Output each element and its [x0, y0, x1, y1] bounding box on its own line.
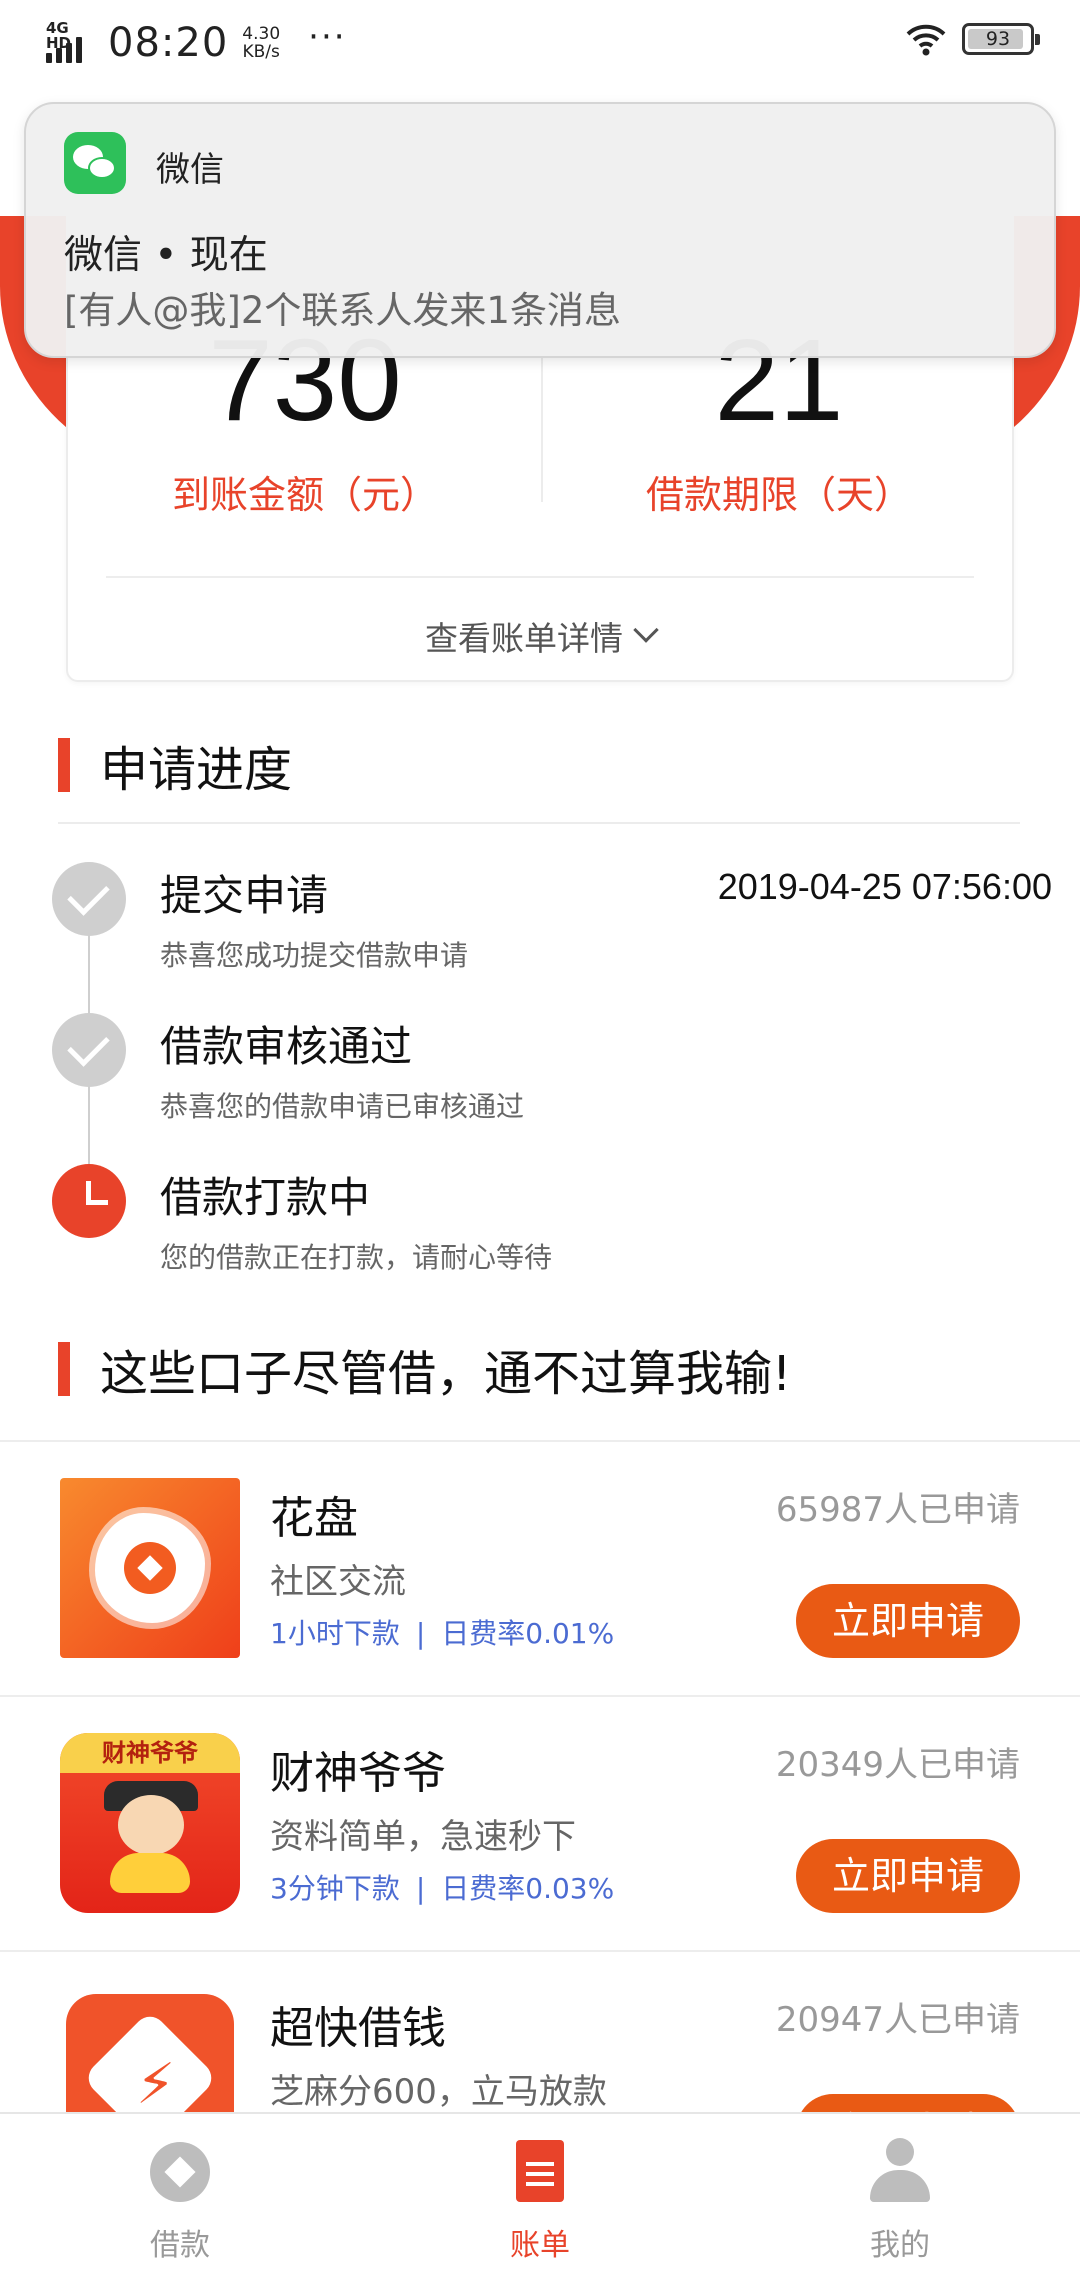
step-title: 借款审核通过	[160, 1022, 413, 1071]
applicant-count: 20349人已申请	[775, 1745, 1020, 1785]
product-desc: 芝麻分600，立马放款	[270, 2072, 607, 2112]
step-title: 提交申请	[160, 871, 329, 920]
caishen-logo-icon: 财神爷爷	[60, 1733, 240, 1913]
timeline-step-submitted: 提交申请 恭喜您成功提交借款申请 2019-04-25 07:56:00	[52, 862, 1052, 982]
nav-loan[interactable]: 借款	[0, 2114, 360, 2280]
section-accent-bar	[58, 1342, 70, 1396]
notification-body: [有人@我]2个联系人发来1条消息	[64, 289, 621, 332]
apply-now-button[interactable]: 立即申请	[796, 1584, 1020, 1658]
progress-section-header: 申请进度	[58, 730, 292, 800]
nav-label: 借款	[150, 2228, 210, 2263]
clock-icon	[52, 1164, 126, 1238]
signal-icon: 4G HD	[46, 21, 98, 65]
notification-app-name: 微信	[156, 150, 224, 190]
timeline-step-approved: 借款审核通过 恭喜您的借款申请已审核通过	[52, 1013, 1052, 1133]
check-icon	[52, 862, 126, 936]
view-bill-details-link[interactable]: 查看账单详情	[68, 612, 1012, 660]
timeline-step-disbursing: 借款打款中 您的借款正在打款，请耐心等待	[52, 1164, 1052, 1284]
nav-bill[interactable]: 账单	[360, 2114, 720, 2280]
product-name: 超快借钱	[270, 2003, 446, 2054]
step-subtitle: 您的借款正在打款，请耐心等待	[160, 1241, 553, 1274]
product-tags: 1小时下款 | 日费率0.01%	[270, 1617, 615, 1650]
wechat-icon	[64, 132, 126, 194]
loan-product-huapan[interactable]: 花盘 社区交流 1小时下款 | 日费率0.01% 65987人已申请 立即申请	[0, 1442, 1080, 1696]
loan-icon	[150, 2142, 210, 2202]
step-title: 借款打款中	[160, 1173, 371, 1222]
chevron-down-icon	[633, 617, 659, 643]
recommend-section-header: 这些口子尽管借，通不过算我输!	[58, 1334, 791, 1404]
section-divider	[58, 822, 1020, 824]
bill-icon	[516, 2140, 564, 2202]
bottom-nav: 借款 账单 我的	[0, 2112, 1080, 2280]
network-speed: 4.30 KB/s	[242, 24, 281, 62]
nav-label: 我的	[870, 2228, 930, 2263]
step-timestamp: 2019-04-25 07:56:00	[717, 866, 1052, 907]
product-desc: 社区交流	[270, 1562, 406, 1602]
term-label: 借款期限（天）	[645, 473, 912, 517]
profile-icon	[870, 2138, 930, 2204]
check-icon	[52, 1013, 126, 1087]
card-divider	[106, 576, 974, 578]
battery-icon: 93	[962, 23, 1040, 55]
wifi-icon	[906, 24, 946, 56]
step-subtitle: 恭喜您成功提交借款申请	[160, 939, 469, 972]
amount-label: 到账金额（元）	[171, 473, 438, 517]
status-bar: 4G HD 08:20 4.30 KB/s ··· 93	[0, 0, 1080, 86]
huapan-logo-icon	[60, 1478, 240, 1658]
product-tags: 3分钟下款 | 日费率0.03%	[270, 1872, 615, 1905]
section-accent-bar	[58, 738, 70, 792]
apply-now-button[interactable]: 立即申请	[796, 1839, 1020, 1913]
wechat-notification[interactable]: 微信 微信 • 现在 [有人@我]2个联系人发来1条消息	[24, 102, 1056, 358]
more-icon: ···	[308, 17, 347, 57]
step-subtitle: 恭喜您的借款申请已审核通过	[160, 1090, 525, 1123]
applicant-count: 20947人已申请	[775, 2000, 1020, 2040]
clock: 08:20	[108, 20, 229, 66]
progress-section-title: 申请进度	[100, 742, 293, 798]
product-desc: 资料简单，急速秒下	[270, 1817, 576, 1857]
notification-title: 微信 • 现在	[64, 233, 268, 278]
nav-profile[interactable]: 我的	[720, 2114, 1080, 2280]
recommend-section-title: 这些口子尽管借，通不过算我输!	[100, 1346, 792, 1402]
applicant-count: 65987人已申请	[775, 1490, 1020, 1530]
product-name: 财神爷爷	[270, 1748, 446, 1799]
nav-label: 账单	[510, 2228, 570, 2263]
product-name: 花盘	[270, 1493, 358, 1544]
loan-product-caishen[interactable]: 财神爷爷 财神爷爷 资料简单，急速秒下 3分钟下款 | 日费率0.03% 20349…	[0, 1697, 1080, 1951]
